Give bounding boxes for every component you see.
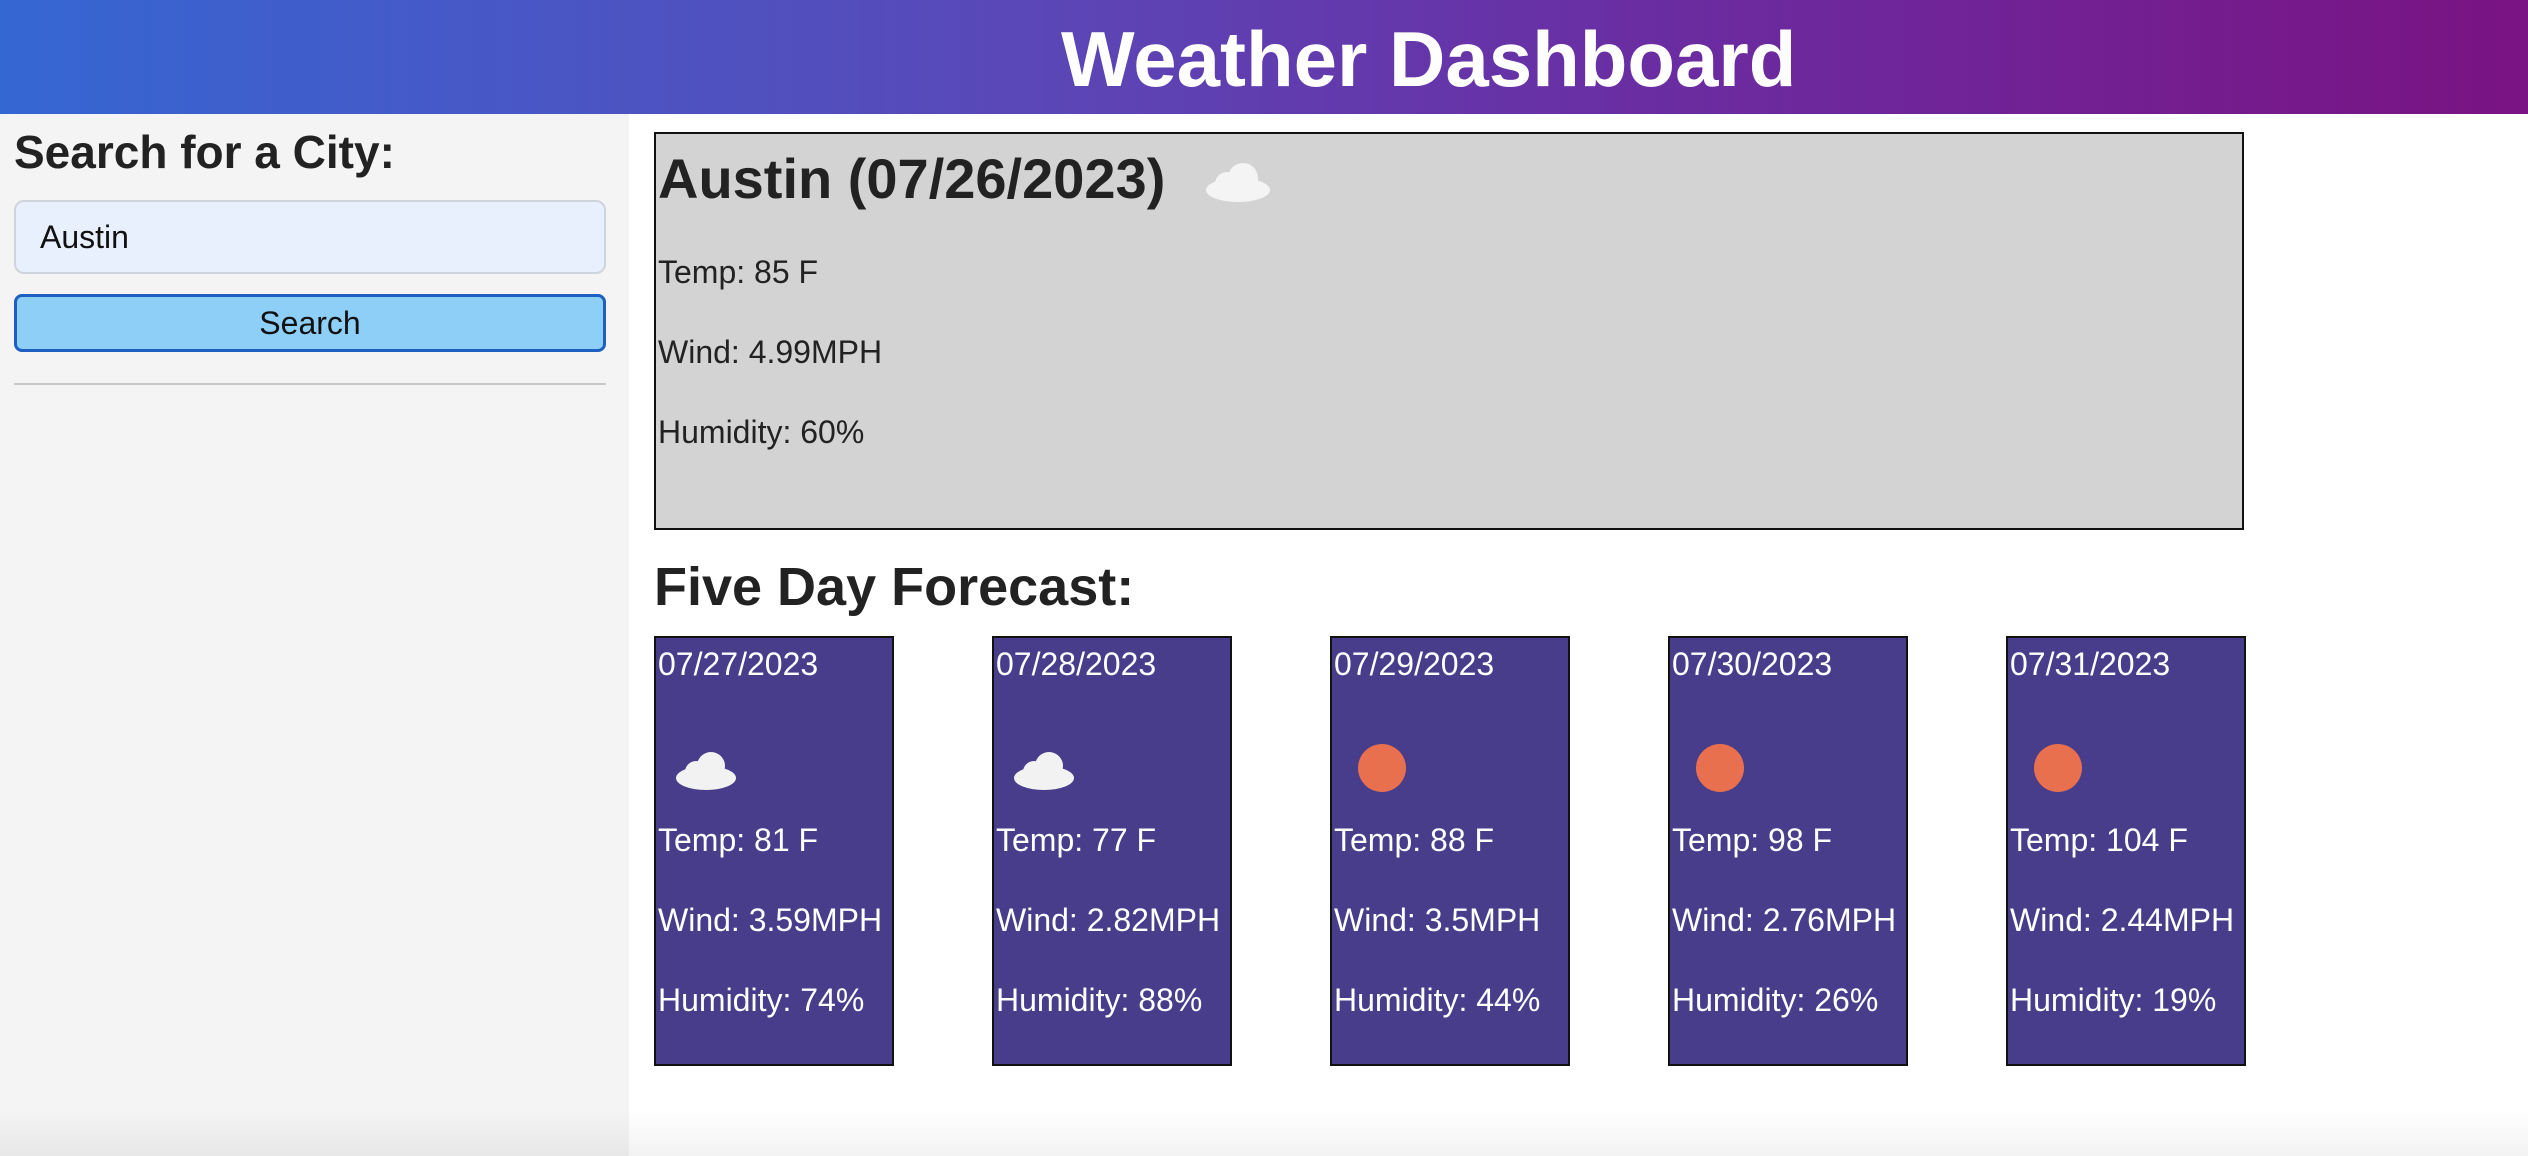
forecast-card: 07/31/2023 Temp: 104 F Wind: 2.44MPH Hum…	[2006, 636, 2246, 1066]
forecast-date: 07/30/2023	[1672, 646, 1833, 682]
current-city-title: Austin (07/26/2023)	[658, 147, 1166, 210]
cloud-icon	[676, 752, 736, 790]
current-temp: Temp: 85 F	[658, 254, 819, 290]
sun-icon	[1696, 744, 1744, 792]
forecast-date: 07/27/2023	[658, 646, 819, 682]
city-search-input[interactable]	[14, 200, 606, 274]
forecast-temp: Temp: 104 F	[2010, 822, 2188, 858]
forecast-humidity: Humidity: 88%	[996, 982, 1203, 1018]
forecast-card: 07/28/2023 Temp: 77 F Wind: 2.82MPH Humi…	[992, 636, 1232, 1066]
search-button[interactable]: Search	[14, 294, 606, 352]
forecast-temp: Temp: 98 F	[1672, 822, 1833, 858]
forecast-wind: Wind: 3.5MPH	[1334, 902, 1541, 938]
forecast-title: Five Day Forecast:	[654, 557, 1135, 617]
sun-icon	[2034, 744, 2082, 792]
sidebar-divider	[14, 383, 606, 385]
forecast-date: 07/31/2023	[2010, 646, 2171, 682]
forecast-humidity: Humidity: 19%	[2010, 982, 2217, 1018]
forecast-temp: Temp: 77 F	[996, 822, 1157, 858]
forecast-card: 07/30/2023 Temp: 98 F Wind: 2.76MPH Humi…	[1668, 636, 1908, 1066]
forecast-card: 07/29/2023 Temp: 88 F Wind: 3.5MPH Humid…	[1330, 636, 1570, 1066]
page-title: Weather Dashboard	[1061, 15, 1797, 103]
forecast-wind: Wind: 2.44MPH	[2010, 902, 2235, 938]
forecast-humidity: Humidity: 74%	[658, 982, 865, 1018]
cloud-icon	[1206, 163, 1270, 202]
forecast-humidity: Humidity: 44%	[1334, 982, 1541, 1018]
current-wind: Wind: 4.99MPH	[658, 334, 883, 370]
forecast-wind: Wind: 3.59MPH	[658, 902, 883, 938]
forecast-wind: Wind: 2.82MPH	[996, 902, 1221, 938]
forecast-wind: Wind: 2.76MPH	[1672, 902, 1897, 938]
current-humidity: Humidity: 60%	[658, 414, 865, 450]
forecast-temp: Temp: 88 F	[1334, 822, 1495, 858]
current-weather-card: Austin (07/26/2023) Temp: 85 F Wind: 4.9…	[654, 132, 2244, 530]
forecast-humidity: Humidity: 26%	[1672, 982, 1879, 1018]
forecast-temp: Temp: 81 F	[658, 822, 819, 858]
sun-icon	[1358, 744, 1406, 792]
search-heading: Search for a City:	[14, 126, 395, 178]
forecast-date: 07/28/2023	[996, 646, 1157, 682]
forecast-date: 07/29/2023	[1334, 646, 1495, 682]
forecast-card: 07/27/2023 Temp: 81 F Wind: 3.59MPH Humi…	[654, 636, 894, 1066]
app-header: Weather Dashboard	[0, 0, 2528, 114]
cloud-icon	[1014, 752, 1074, 790]
search-sidebar: Search for a City: Search	[0, 114, 629, 1156]
